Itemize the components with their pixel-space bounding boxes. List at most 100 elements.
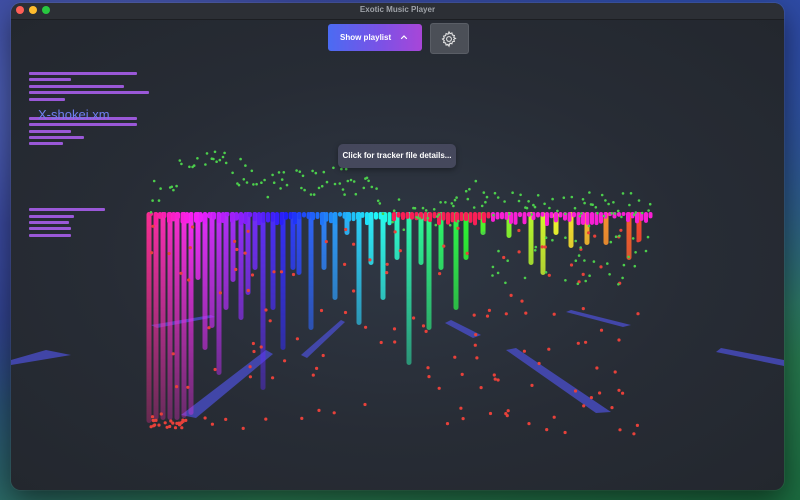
green-particle	[607, 202, 610, 206]
green-particle	[627, 255, 630, 259]
red-particle	[487, 308, 491, 312]
red-particle	[352, 242, 356, 246]
green-particle	[493, 191, 497, 195]
red-particle	[547, 347, 551, 351]
red-particle	[179, 271, 183, 275]
spectrum-cap	[644, 212, 648, 223]
green-particle	[223, 151, 226, 155]
red-particle	[427, 375, 431, 379]
red-particle	[163, 421, 167, 425]
green-particle	[530, 213, 534, 216]
hud-line	[29, 85, 124, 88]
green-particle	[594, 206, 598, 209]
green-particle	[282, 171, 286, 174]
red-particle	[393, 230, 397, 234]
green-particle	[497, 249, 500, 253]
green-particle	[620, 215, 623, 219]
green-particle	[632, 213, 636, 216]
spectrum-cap	[162, 212, 167, 219]
spectrum-bar	[296, 212, 302, 275]
green-particle	[340, 167, 343, 171]
red-particle	[618, 428, 622, 432]
green-particle	[376, 199, 380, 203]
red-particle	[363, 402, 367, 407]
spectrum-cap	[392, 212, 396, 222]
green-particle	[481, 231, 485, 235]
show-playlist-button[interactable]: Show playlist	[328, 24, 422, 51]
red-particle	[442, 244, 446, 248]
green-particle	[608, 273, 611, 276]
green-particle	[413, 206, 417, 210]
visualizer-stage[interactable]: X-shokei.xm Click for tracker file detai…	[11, 20, 784, 490]
green-particle	[300, 186, 303, 190]
green-particle	[338, 182, 342, 185]
green-particle	[480, 204, 484, 208]
red-particle	[517, 250, 521, 254]
red-particle	[186, 385, 190, 389]
red-particle	[188, 246, 192, 250]
green-particle	[583, 259, 586, 262]
green-particle	[272, 181, 276, 184]
green-particle	[637, 199, 641, 202]
hud-line	[29, 234, 71, 237]
spectrum-cap	[576, 212, 581, 226]
road-line	[506, 348, 611, 413]
green-particle	[332, 166, 335, 170]
spectrum-cap	[432, 212, 437, 219]
green-particle	[349, 178, 353, 182]
spectrum-cap	[180, 212, 185, 224]
green-particle	[354, 192, 358, 196]
green-particle	[618, 234, 621, 238]
red-particle	[563, 430, 567, 435]
spectrum-cap	[617, 212, 621, 217]
green-particle	[613, 212, 617, 215]
red-particle	[157, 423, 161, 427]
green-particle	[436, 215, 439, 218]
red-particle	[352, 289, 356, 293]
green-particle	[474, 179, 478, 183]
spectrum-cap	[257, 212, 261, 226]
green-particle	[456, 219, 460, 223]
road-line	[566, 310, 631, 327]
red-particle	[552, 415, 556, 419]
green-particle	[151, 199, 154, 202]
spectrum-cap	[203, 212, 207, 225]
spectrum-cap	[486, 212, 491, 219]
tracker-details-tooltip[interactable]: Click for tracker file details...	[338, 144, 456, 168]
red-particle	[589, 396, 594, 400]
spectrum-cap	[243, 212, 248, 225]
spectrum-cap	[428, 212, 432, 223]
green-particle	[196, 157, 199, 160]
spectrum-cap	[590, 212, 594, 225]
green-particle	[424, 209, 428, 212]
spectrum-cap	[230, 212, 234, 223]
green-particle	[434, 223, 438, 227]
green-particle	[621, 192, 625, 195]
green-particle	[343, 193, 346, 196]
spectrum-bar	[153, 212, 159, 420]
green-particle	[610, 212, 614, 215]
spectrum-cap	[621, 212, 626, 217]
red-particle	[617, 388, 621, 392]
red-particle	[412, 316, 416, 320]
red-particle	[224, 417, 228, 421]
hud-line	[29, 208, 105, 211]
green-particle	[295, 169, 298, 172]
green-particle	[231, 171, 234, 175]
green-particle	[437, 213, 441, 216]
red-particle	[424, 329, 428, 333]
red-particle	[343, 310, 348, 315]
green-particle	[170, 185, 174, 189]
red-particle	[187, 278, 191, 282]
spectrum-cap	[234, 212, 239, 221]
red-particle	[246, 288, 250, 293]
green-particle	[533, 249, 537, 252]
spectrum-cap	[302, 212, 306, 218]
red-particle	[474, 333, 478, 337]
spectrum-cap	[468, 212, 473, 223]
green-particle	[581, 198, 585, 201]
green-particle	[496, 271, 500, 275]
settings-button[interactable]	[430, 23, 469, 54]
red-particle	[250, 273, 255, 277]
road-line	[716, 348, 784, 366]
